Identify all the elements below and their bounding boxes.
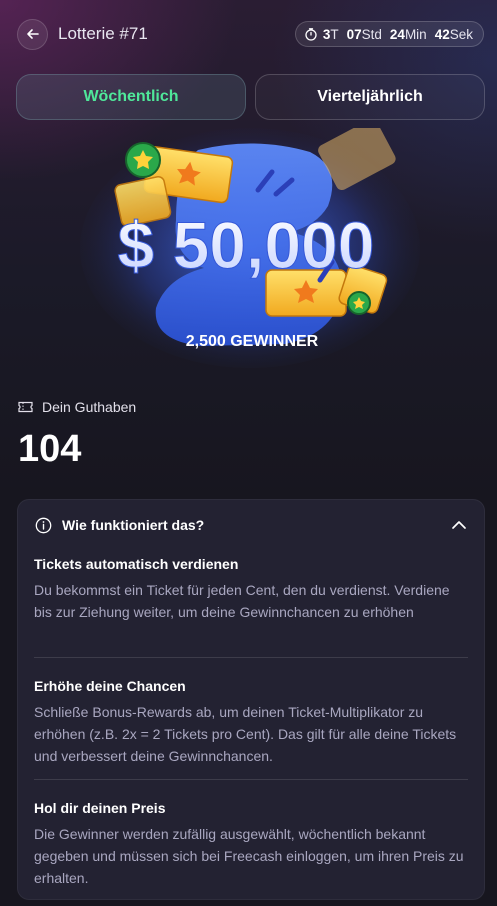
faq-section-text: Schließe Bonus-Rewards ab, um deinen Tic…	[34, 704, 457, 764]
star-badge-bottom	[347, 291, 371, 315]
faq-section-heading: Hol dir deinen Preis	[34, 800, 166, 816]
tab-weekly[interactable]: Wöchentlich	[16, 74, 246, 120]
header-left: Lotterie #71	[17, 18, 148, 50]
faq-section-chances: Erhöhe deine Chancen Schließe Bonus-Rewa…	[34, 678, 468, 767]
timer-minutes-unit: Min	[404, 26, 427, 42]
info-icon	[35, 517, 52, 533]
faq-header[interactable]: Wie funktioniert das?	[35, 513, 467, 537]
countdown-timer: 3T 07Std 24Min 42Sek	[294, 21, 484, 47]
faq-divider	[34, 779, 468, 780]
ticket-icon	[18, 401, 33, 413]
faq-divider	[34, 657, 468, 658]
star-badge-top	[125, 142, 161, 178]
faq-section-heading: Tickets automatisch verdienen	[34, 556, 239, 572]
timer-seconds: 42	[434, 26, 450, 42]
prize-illustration: $ 50,000 2,500 GEWINNER	[80, 128, 420, 368]
faq-section-text: Die Gewinner werden zufällig ausgewählt,…	[34, 826, 464, 886]
timer-seconds-unit: Sek	[449, 26, 473, 42]
faq-section-text: Du bekommst ein Ticket für jeden Cent, d…	[34, 582, 450, 620]
tab-quarterly[interactable]: Vierteljährlich	[255, 74, 485, 120]
balance-label: Dein Guthaben	[18, 399, 136, 415]
top-bar: Lotterie #71 3T 07Std 24Min 42Sek	[17, 18, 484, 50]
faq-collapse-button[interactable]	[451, 520, 467, 530]
chevron-up-icon	[452, 521, 466, 529]
faq-section-earn: Tickets automatisch verdienen Du bekomms…	[34, 556, 468, 623]
faq-title: Wie funktioniert das?	[62, 517, 205, 533]
faq-panel: Wie funktioniert das? Tickets automatisc…	[17, 499, 485, 900]
arrow-left-icon	[26, 29, 39, 39]
winners-count: 2,500 GEWINNER	[186, 333, 319, 350]
timer-hours: 07	[346, 26, 362, 42]
faq-section-prize: Hol dir deinen Preis Die Gewinner werden…	[34, 800, 468, 889]
stopwatch-icon	[305, 28, 317, 41]
balance-label-text: Dein Guthaben	[42, 399, 137, 415]
timer-days-unit: T	[330, 26, 339, 42]
timer-minutes: 24	[389, 26, 405, 42]
page-title: Lotterie #71	[58, 24, 148, 43]
faq-section-heading: Erhöhe deine Chancen	[34, 678, 186, 694]
period-tabs: Wöchentlich Vierteljährlich	[16, 74, 485, 120]
timer-hours-unit: Std	[361, 26, 382, 42]
prize-amount: $ 50,000	[118, 208, 375, 282]
back-button[interactable]	[17, 18, 48, 50]
balance-value: 104	[18, 428, 82, 470]
faq-title-wrap: Wie funktioniert das?	[35, 517, 204, 534]
